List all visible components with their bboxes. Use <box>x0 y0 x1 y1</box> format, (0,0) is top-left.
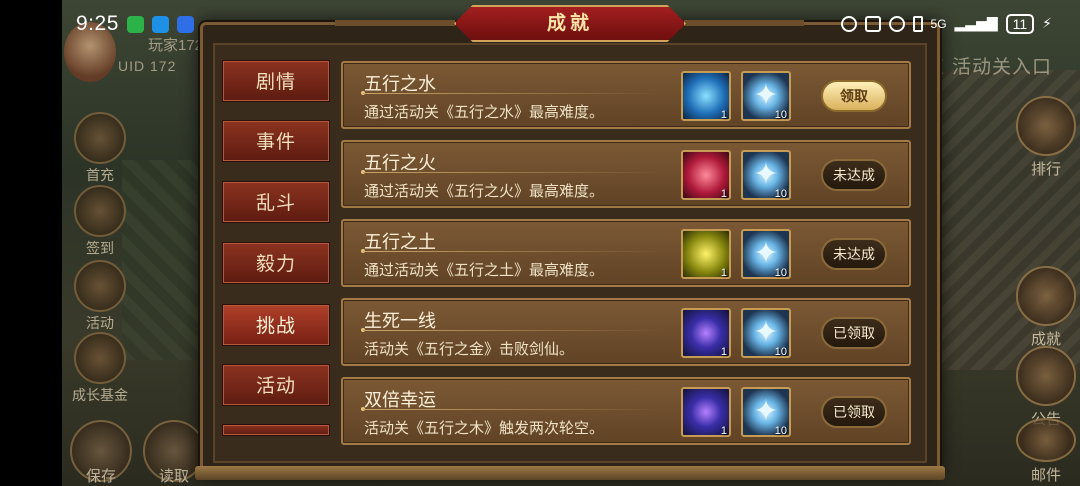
reward-count: 1 <box>720 109 727 121</box>
clock: 9:25 <box>76 12 119 35</box>
mail-label: 邮件 <box>1030 466 1061 482</box>
ranking-icon <box>1016 96 1076 156</box>
achievement-desc: 通过活动关《五行之水》最高难度。 <box>364 103 605 121</box>
achievement-row: 五行之土 通过活动关《五行之土》最高难度。 1 ✦ 10 未达成 <box>341 219 911 287</box>
first-recharge-button[interactable]: 首充 <box>72 112 128 185</box>
wechat-icon <box>126 15 144 33</box>
checkin-button[interactable]: 签到 <box>72 185 128 258</box>
achievement-row: 生死一线 活动关《五行之金》击败剑仙。 1 ✦ 10 已领取 <box>341 298 911 366</box>
reward-count: 1 <box>720 425 727 437</box>
reward-count: 1 <box>720 346 727 358</box>
tab-events[interactable]: 事件 <box>222 120 330 162</box>
alarm-icon <box>888 16 905 32</box>
checkin-icon <box>74 185 126 237</box>
nfc-icon <box>864 16 881 32</box>
title-underline <box>363 172 663 173</box>
player-name: 玩家172 <box>148 37 204 54</box>
ice-crystal-icon[interactable]: ✦ 10 <box>741 387 791 437</box>
save-button[interactable]: 保存 <box>70 420 132 485</box>
activity-icon <box>74 260 126 312</box>
charging-icon: ⚡ <box>1042 16 1052 32</box>
achievement-row: 双倍幸运 活动关《五行之木》触发两次轮空。 1 ✦ 10 已领取 <box>341 377 911 445</box>
tab-next-partial[interactable] <box>222 424 330 436</box>
swirl-orb-icon[interactable]: 1 <box>681 387 731 437</box>
achievement-desc: 通过活动关《五行之土》最高难度。 <box>364 261 605 279</box>
reward-count: 10 <box>774 267 787 279</box>
status-bar-left: 9:25 <box>76 12 194 36</box>
save-label: 保存 <box>85 467 116 485</box>
first-recharge-label: 首充 <box>86 168 114 184</box>
reward-count: 1 <box>720 188 727 200</box>
browser-icon <box>151 15 169 33</box>
eye-icon <box>840 16 857 32</box>
achievement-desc: 通过活动关《五行之火》最高难度。 <box>364 182 605 200</box>
reward-count: 10 <box>774 425 787 437</box>
battery-indicator: 11 <box>1005 14 1035 34</box>
water-figure-icon[interactable]: 1 <box>681 71 731 121</box>
activity-button[interactable]: 活动 <box>72 260 128 333</box>
achievement-row: 五行之火 通过活动关《五行之火》最高难度。 1 ✦ 10 未达成 <box>341 140 911 208</box>
player-uid: UID 172 <box>118 58 177 74</box>
activity-label: 活动 <box>86 316 114 332</box>
claimed-button[interactable]: 已领取 <box>821 317 887 349</box>
fire-figure-icon[interactable]: 1 <box>681 150 731 200</box>
status-bar-right: 5G ▂▃▅▇ 11 ⚡ <box>840 14 1052 34</box>
mail-button[interactable]: 邮件 <box>1014 418 1078 482</box>
announcement-button[interactable]: 公告 <box>1014 346 1078 429</box>
title-underline <box>363 330 663 331</box>
first-recharge-icon <box>74 112 126 164</box>
claim-button[interactable]: 领取 <box>821 80 887 112</box>
achievement-icon <box>1016 266 1076 326</box>
dialog-title: 成就 <box>546 12 593 34</box>
tab-story[interactable]: 剧情 <box>222 60 330 102</box>
reward-count: 10 <box>774 188 787 200</box>
reward-count: 10 <box>774 346 787 358</box>
app-notification-icon <box>176 15 194 33</box>
title-underline <box>363 93 663 94</box>
tab-perseverance[interactable]: 毅力 <box>222 242 330 284</box>
growth-fund-label: 成长基金 <box>72 388 128 404</box>
signal-label: 5G <box>930 17 947 31</box>
title-ornament-left <box>335 20 455 26</box>
reward-count: 1 <box>720 267 727 279</box>
bluetooth-icon <box>912 16 923 32</box>
tab-melee[interactable]: 乱斗 <box>222 181 330 223</box>
reward-count: 10 <box>774 109 787 121</box>
tab-activity[interactable]: 活动 <box>222 364 330 406</box>
growth-fund-icon <box>74 332 126 384</box>
announcement-icon <box>1016 346 1076 406</box>
mail-icon <box>1016 418 1076 462</box>
achievement-row: 五行之水 通过活动关《五行之水》最高难度。 1 ✦ 10 领取 <box>341 61 911 129</box>
dialog-bottom-rail <box>195 466 945 480</box>
not-achieved-button[interactable]: 未达成 <box>821 238 887 270</box>
achievement-desc: 活动关《五行之木》触发两次轮空。 <box>364 419 605 437</box>
achievement-desc: 活动关《五行之金》击败剑仙。 <box>364 340 575 358</box>
ranking-label: 排行 <box>1030 160 1061 178</box>
ice-crystal-icon[interactable]: ✦ 10 <box>741 308 791 358</box>
title-underline <box>363 251 663 252</box>
growth-fund-button[interactable]: 成长基金 <box>68 332 132 405</box>
screen-left-edge <box>0 0 62 486</box>
claimed-button[interactable]: 已领取 <box>821 396 887 428</box>
checkin-label: 签到 <box>86 241 114 257</box>
earth-figure-icon[interactable]: 1 <box>681 229 731 279</box>
title-ornament-right <box>684 20 804 26</box>
event-entry-link[interactable]: 东 活动关入口 <box>925 52 1052 79</box>
not-achieved-button[interactable]: 未达成 <box>821 159 887 191</box>
ranking-button[interactable]: 排行 <box>1014 96 1078 179</box>
title-underline <box>363 409 663 410</box>
ice-crystal-icon[interactable]: ✦ 10 <box>741 229 791 279</box>
ice-crystal-icon[interactable]: ✦ 10 <box>741 150 791 200</box>
achievement-button[interactable]: 成就 <box>1014 266 1078 349</box>
tab-challenge[interactable]: 挑战 <box>222 304 330 346</box>
signal-bars-icon: ▂▃▅▇ <box>954 16 998 32</box>
swirl-orb-icon[interactable]: 1 <box>681 308 731 358</box>
ice-crystal-icon[interactable]: ✦ 10 <box>741 71 791 121</box>
